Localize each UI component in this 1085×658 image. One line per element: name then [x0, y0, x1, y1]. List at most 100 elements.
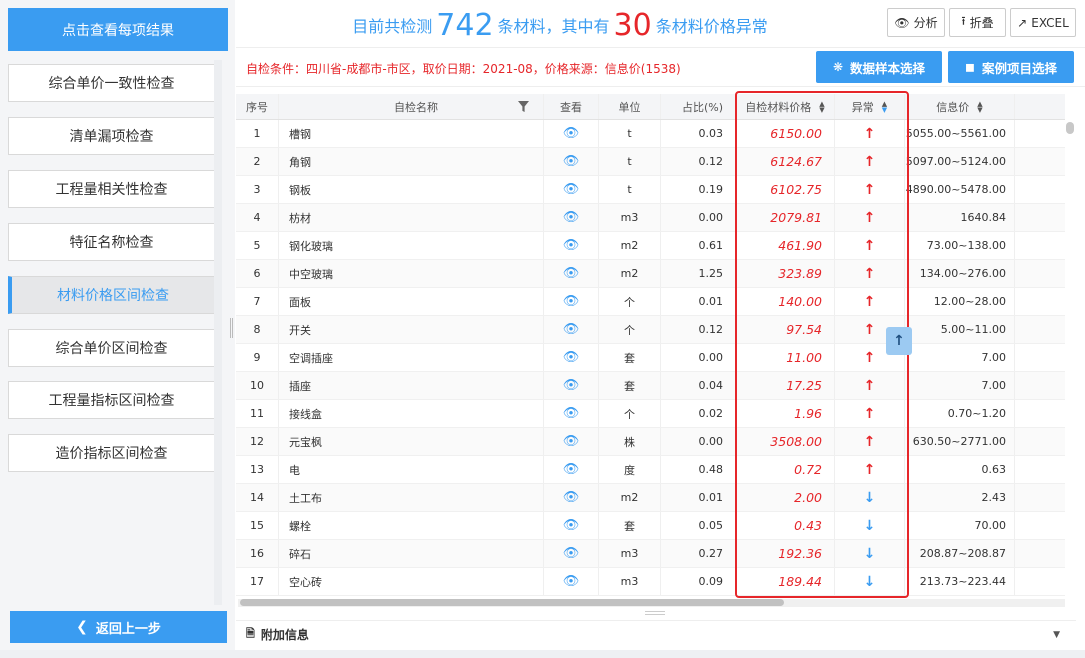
table-row[interactable]: 8 开关 👁 个 0.12 97.54 ↑ 5.00~11.00: [236, 316, 1065, 344]
header-price-label: 自检材料价格: [745, 100, 812, 114]
table-row[interactable]: 6 中空玻璃 👁 m2 1.25 323.89 ↑ 134.00~276.00: [236, 260, 1065, 288]
data-sample-select-button[interactable]: ❋ 数据样本选择: [816, 51, 942, 83]
scroll-to-top-button[interactable]: ↑: [886, 327, 912, 355]
table-vertical-scrollbar[interactable]: [1066, 122, 1074, 134]
row-ratio: 0.05: [661, 512, 736, 539]
bottom-strip: [0, 650, 1085, 658]
row-info-price: 0.63: [905, 456, 1015, 483]
arrow-down-icon: ↓: [863, 517, 876, 534]
table-horizontal-scrollbar[interactable]: [240, 599, 784, 606]
eye-icon[interactable]: 👁: [563, 378, 580, 393]
sidebar-item-cost-index-range[interactable]: 造价指标区间检查: [8, 434, 215, 472]
table-row[interactable]: 1 槽钢 👁 t 0.03 6150.00 ↑ 5055.00~5561.00: [236, 120, 1065, 148]
eye-icon[interactable]: 👁: [563, 406, 580, 421]
sidebar-item-feature-name[interactable]: 特征名称检查: [8, 223, 215, 261]
filter-icon[interactable]: [518, 101, 529, 112]
row-info-price: 5.00~11.00: [905, 316, 1015, 343]
excel-export-button[interactable]: ↗ EXCEL: [1010, 8, 1076, 37]
row-price: 140.00: [736, 288, 835, 315]
row-view-cell: 👁: [544, 344, 599, 371]
eye-icon[interactable]: 👁: [563, 266, 580, 281]
eye-icon[interactable]: 👁: [563, 518, 580, 533]
table-row[interactable]: 5 钢化玻璃 👁 m2 0.61 461.90 ↑ 73.00~138.00: [236, 232, 1065, 260]
sidebar-item-quantity-index-range[interactable]: 工程量指标区间检查: [8, 381, 215, 419]
sidebar-scrollbar[interactable]: [214, 60, 222, 605]
sidebar-item-unit-price-consistency[interactable]: 综合单价一致性检查: [8, 64, 215, 102]
table-row[interactable]: 9 空调插座 👁 套 0.00 11.00 ↑ 7.00: [236, 344, 1065, 372]
row-name: 钢板: [279, 176, 544, 203]
row-price: 6150.00: [736, 120, 835, 147]
sidebar-item-unit-price-range[interactable]: 综合单价区间检查: [8, 329, 215, 367]
table-row[interactable]: 16 碎石 👁 m3 0.27 192.36 ↓ 208.87~208.87: [236, 540, 1065, 568]
eye-icon[interactable]: 👁: [563, 182, 580, 197]
table-row[interactable]: 3 钢板 👁 t 0.19 6102.75 ↑ 4890.00~5478.00: [236, 176, 1065, 204]
sidebar-item-material-price-range[interactable]: 材料价格区间检查: [8, 276, 215, 314]
sidebar-header[interactable]: 点击查看每项结果: [8, 8, 228, 51]
row-ratio: 0.03: [661, 120, 736, 147]
eye-icon[interactable]: 👁: [563, 126, 580, 141]
header-abnormal[interactable]: 异常 ▲ ▼: [835, 94, 905, 119]
sidebar-item-missing-items[interactable]: 清单漏项检查: [8, 117, 215, 155]
header-info-label: 信息价: [936, 100, 970, 114]
eye-icon[interactable]: 👁: [563, 238, 580, 253]
back-button[interactable]: ❮ 返回上一步: [10, 611, 227, 643]
eye-icon[interactable]: 👁: [563, 350, 580, 365]
cube-icon: ◼: [965, 60, 975, 74]
row-info-price: 2.43: [905, 484, 1015, 511]
summary-prefix: 目前共检测: [352, 17, 433, 36]
row-abnormal: ↓: [835, 568, 905, 595]
arrow-down-icon: ↓: [863, 489, 876, 506]
sidebar-item-quantity-correlation[interactable]: 工程量相关性检查: [8, 170, 215, 208]
table-row[interactable]: 11 接线盒 👁 个 0.02 1.96 ↑ 0.70~1.20: [236, 400, 1065, 428]
extra-info-panel[interactable]: 🗎 附加信息 ▼: [236, 620, 1076, 647]
eye-icon[interactable]: 👁: [563, 210, 580, 225]
row-view-cell: 👁: [544, 512, 599, 539]
table-row[interactable]: 4 枋材 👁 m3 0.00 2079.81 ↑ 1640.84: [236, 204, 1065, 232]
header-name-label: 自检名称: [394, 100, 438, 114]
header-name: 自检名称: [279, 94, 544, 119]
eye-icon[interactable]: 👁: [563, 434, 580, 449]
eye-icon[interactable]: 👁: [563, 462, 580, 477]
row-spacer: [1015, 512, 1065, 539]
resize-grip[interactable]: [645, 611, 665, 615]
row-info-price: 213.73~223.44: [905, 568, 1015, 595]
sort-icon[interactable]: ▲ ▼: [882, 100, 887, 113]
condition-bar: 自检条件：四川省-成都市-市区，取价日期：2021-08，价格来源：信息价(15…: [236, 47, 1085, 87]
row-spacer: [1015, 484, 1065, 511]
analyze-button[interactable]: 👁 分析: [887, 8, 945, 37]
table-row[interactable]: 10 插座 👁 套 0.04 17.25 ↑ 7.00: [236, 372, 1065, 400]
case-project-select-button[interactable]: ◼ 案例项目选择: [948, 51, 1074, 83]
row-unit: 度: [599, 456, 661, 483]
panel-splitter-handle[interactable]: [230, 318, 233, 338]
row-index: 14: [236, 484, 279, 511]
table-row[interactable]: 13 电 👁 度 0.48 0.72 ↑ 0.63: [236, 456, 1065, 484]
sort-icon[interactable]: ▲ ▼: [977, 100, 982, 113]
row-view-cell: 👁: [544, 428, 599, 455]
fold-button[interactable]: ⭱ 折叠: [949, 8, 1006, 37]
eye-icon[interactable]: 👁: [563, 294, 580, 309]
table-row[interactable]: 14 土工布 👁 m2 0.01 2.00 ↓ 2.43: [236, 484, 1065, 512]
table-row[interactable]: 2 角钢 👁 t 0.12 6124.67 ↑ 5097.00~5124.00: [236, 148, 1065, 176]
row-view-cell: 👁: [544, 176, 599, 203]
data-sample-label: 数据样本选择: [850, 60, 926, 76]
table-row[interactable]: 12 元宝枫 👁 株 0.00 3508.00 ↑ 630.50~2771.00: [236, 428, 1065, 456]
table-row[interactable]: 15 螺栓 👁 套 0.05 0.43 ↓ 70.00: [236, 512, 1065, 540]
eye-icon[interactable]: 👁: [563, 154, 580, 169]
eye-icon[interactable]: 👁: [563, 322, 580, 337]
row-unit: m3: [599, 540, 661, 567]
header-view: 查看: [544, 94, 599, 119]
eye-icon[interactable]: 👁: [563, 574, 580, 589]
sort-icon[interactable]: ▲ ▼: [819, 100, 824, 113]
table-row[interactable]: 7 面板 👁 个 0.01 140.00 ↑ 12.00~28.00: [236, 288, 1065, 316]
table-row[interactable]: 17 空心砖 👁 m3 0.09 189.44 ↓ 213.73~223.44: [236, 568, 1065, 596]
row-abnormal: ↑: [835, 204, 905, 231]
eye-icon[interactable]: 👁: [563, 490, 580, 505]
row-index: 15: [236, 512, 279, 539]
row-price: 2079.81: [736, 204, 835, 231]
row-unit: 套: [599, 512, 661, 539]
header-info-price[interactable]: 信息价 ▲ ▼: [905, 94, 1015, 119]
header-price[interactable]: 自检材料价格 ▲ ▼: [736, 94, 835, 119]
row-index: 8: [236, 316, 279, 343]
eye-icon[interactable]: 👁: [563, 546, 580, 561]
caret-down-icon[interactable]: ▼: [1053, 630, 1060, 640]
